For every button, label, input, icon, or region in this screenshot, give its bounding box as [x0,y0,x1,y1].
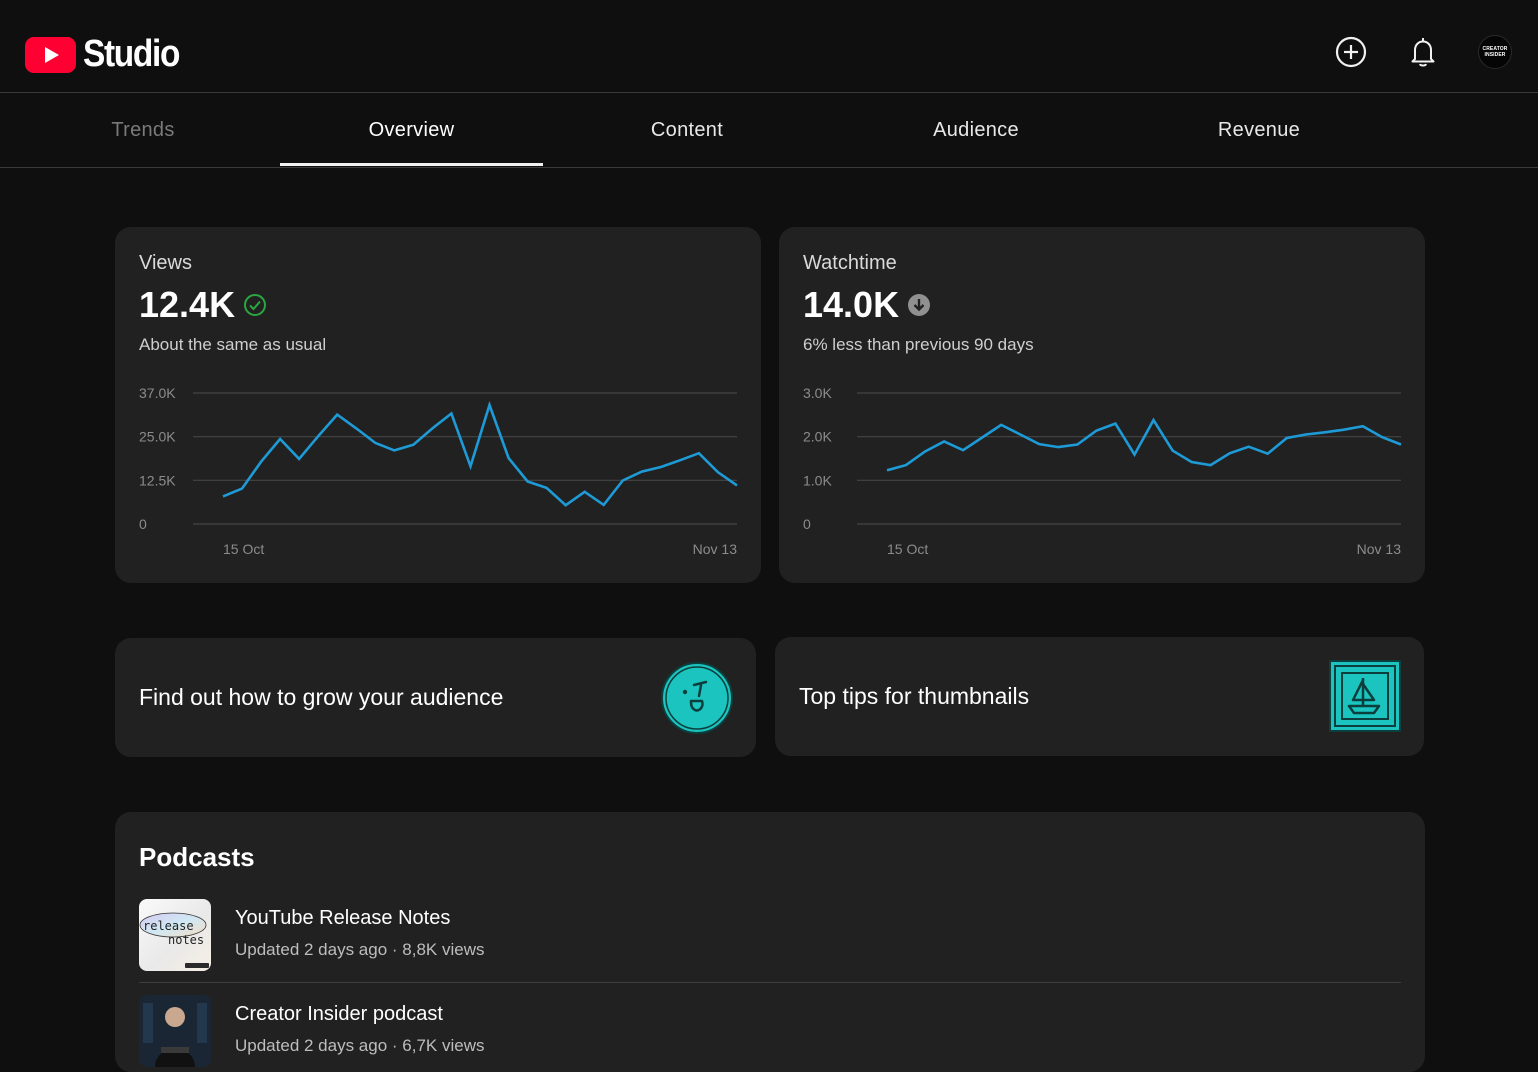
series-line [222,400,738,507]
y-tick-label: 0 [803,516,811,532]
tab-content[interactable]: Content [596,93,778,168]
tab-bar: Trends Overview Content Audience Revenue [0,93,1538,168]
notifications-bell-icon[interactable] [1406,35,1440,69]
y-tick-label: 25.0K [139,429,176,445]
podcast-meta: Updated 2 days ago · 6,7K views [235,1036,485,1055]
youtube-play-icon [25,36,76,73]
tab-audience[interactable]: Audience [876,93,1076,168]
podcast-name[interactable]: YouTube Release Notes [235,907,450,930]
tip-title-grow-audience: Find out how to grow your audience [139,684,504,710]
tab-revenue[interactable]: Revenue [1168,93,1350,168]
avatar-text-2: INSIDER [1484,52,1506,58]
y-tick-label: 1.0K [803,472,832,488]
y-tick-label: 0 [139,516,147,532]
channel-avatar[interactable]: CREATOR INSIDER [1478,35,1512,69]
y-tick-label: 3.0K [803,385,832,401]
smiley-face-icon [661,662,733,734]
watchtime-chart: 3.0K 2.0K 1.0K 0 15 Oct Nov 13 [803,385,1402,557]
watchtime-card[interactable]: Watchtime 14.0K 6% less than previous 90… [779,227,1425,583]
tip-card-grow-audience[interactable]: Find out how to grow your audience [115,638,756,757]
x-tick-label: Nov 13 [1357,541,1402,557]
tab-trends[interactable]: Trends [52,93,234,168]
create-plus-icon[interactable] [1334,35,1368,69]
podcasts-card: Podcasts release notes YouTube Release N… [115,812,1425,1072]
studio-logo[interactable]: Studio [25,33,192,76]
podcasts-heading: Podcasts [139,842,255,872]
tip-card-thumbnails[interactable]: Top tips for thumbnails [775,637,1424,756]
y-tick-label: 12.5K [139,472,176,488]
thumb-text-notes: notes [168,933,204,947]
tab-overview[interactable]: Overview [280,93,543,168]
podcast-divider [139,982,1401,983]
release-notes-artwork: release notes [139,912,209,968]
top-bar: Studio CREATOR INSIDER [0,0,1538,93]
tip-title-thumbnails: Top tips for thumbnails [799,683,1030,709]
podcast-thumbnail: release notes [139,899,211,971]
x-tick-label: Nov 13 [693,541,738,557]
y-tick-label: 37.0K [139,385,176,401]
logo-text: Studio [83,33,180,75]
thumb-text-release: release [143,919,194,933]
host-photo [139,995,211,1067]
podcast-thumbnail [139,995,211,1067]
series-line [886,417,1402,472]
podcast-name[interactable]: Creator Insider podcast [235,1003,443,1026]
views-chart: 37.0K 25.0K 12.5K 0 15 Oct Nov 13 [139,385,738,557]
podcast-item[interactable]: release notes YouTube Release Notes Upda… [139,899,1401,971]
x-tick-label: 15 Oct [223,541,264,557]
views-card[interactable]: Views 12.4K About the same as usual 37.0… [115,227,761,583]
podcast-item[interactable]: Creator Insider podcast Updated 2 days a… [139,995,1401,1067]
y-tick-label: 2.0K [803,429,832,445]
x-tick-label: 15 Oct [887,541,928,557]
podcast-meta: Updated 2 days ago · 8,8K views [235,940,485,959]
image-frame-icon [1329,660,1401,732]
